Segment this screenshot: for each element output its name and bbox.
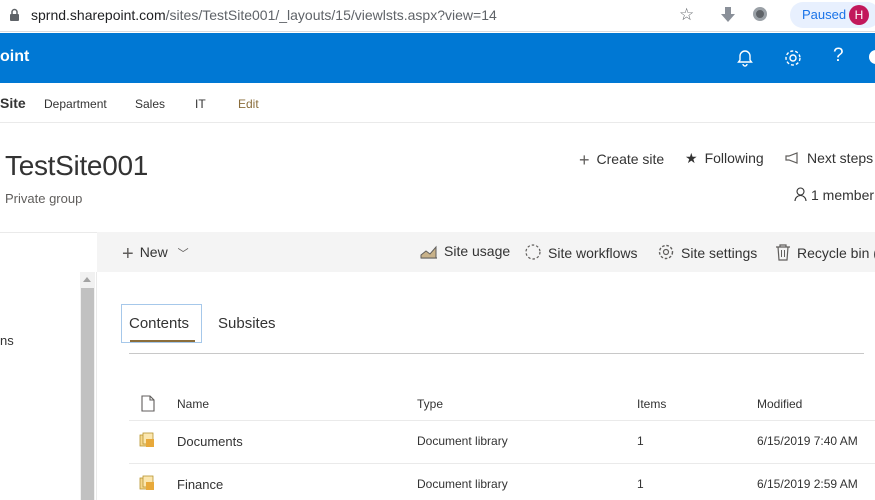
hub-item-sales[interactable]: Sales: [135, 97, 165, 111]
bookmark-star-icon[interactable]: ☆: [679, 5, 694, 25]
site-title: TestSite001: [5, 150, 149, 181]
new-label: New: [139, 244, 168, 260]
plus-icon: +: [579, 150, 590, 170]
next-steps-button[interactable]: Next steps: [785, 150, 873, 166]
following-button[interactable]: ★ Following: [685, 150, 764, 167]
bell-icon[interactable]: [735, 48, 755, 68]
person-icon: [794, 187, 807, 202]
column-header-type[interactable]: Type: [417, 397, 443, 411]
gear-icon[interactable]: [783, 48, 803, 68]
hub-site-label[interactable]: Site: [0, 95, 26, 111]
row-name-link[interactable]: Finance: [177, 477, 223, 492]
left-nav-header: [0, 232, 97, 272]
following-label: Following: [704, 150, 764, 166]
column-header-name[interactable]: Name: [177, 397, 209, 411]
megaphone-icon: [785, 152, 798, 164]
row-divider: [129, 463, 875, 464]
site-privacy-label: Private group: [5, 191, 83, 206]
tab-subsites-label: Subsites: [218, 315, 276, 332]
tab-contents[interactable]: Contents: [121, 304, 202, 343]
row-items: 1: [637, 434, 644, 448]
extension-icon[interactable]: [753, 7, 767, 21]
create-site-button[interactable]: + Create site: [579, 150, 664, 171]
site-settings-label: Site settings: [681, 245, 758, 261]
browser-address-bar: sprnd.sharepoint.com/sites/TestSite001/_…: [0, 0, 875, 32]
hub-item-department[interactable]: Department: [44, 97, 107, 111]
next-steps-label: Next steps: [807, 150, 874, 166]
scroll-up-arrow-icon[interactable]: [83, 277, 91, 282]
profile-paused-button[interactable]: Paused H: [790, 2, 875, 28]
hub-edit-link[interactable]: Edit: [238, 97, 259, 111]
command-bar: + New ﹀ Site usage Site workflows Site se…: [97, 232, 875, 272]
new-button[interactable]: + New ﹀: [122, 243, 189, 266]
row-type: Document library: [417, 434, 508, 448]
members-label: 1 member: [811, 187, 875, 203]
gear-icon: [658, 244, 674, 260]
site-usage-button[interactable]: Site usage: [420, 243, 510, 259]
avatar: H: [849, 5, 869, 25]
row-modified: 6/15/2019 2:59 AM: [757, 477, 858, 491]
tab-contents-label: Contents: [129, 315, 190, 332]
plus-icon: +: [122, 243, 134, 265]
members-button[interactable]: 1 member: [794, 187, 874, 203]
scrollbar-thumb[interactable]: [81, 288, 94, 500]
star-filled-icon: ★: [685, 150, 698, 166]
hub-navigation: Site Department Sales IT Edit: [0, 83, 875, 123]
paused-label: Paused: [802, 7, 847, 22]
site-usage-label: Site usage: [444, 243, 511, 259]
site-workflows-label: Site workflows: [548, 245, 638, 261]
app-title[interactable]: oint: [0, 48, 29, 66]
header-divider: [129, 420, 875, 421]
url-path: /sites/TestSite001/_layouts/15/viewlsts.…: [165, 7, 497, 23]
create-site-label: Create site: [596, 151, 665, 167]
left-nav-item[interactable]: ns: [0, 333, 14, 348]
url-host: sprnd.sharepoint.com: [31, 7, 166, 23]
row-modified: 6/15/2019 7:40 AM: [757, 434, 858, 448]
download-extension-icon[interactable]: [720, 6, 736, 24]
active-tab-indicator: [130, 340, 195, 342]
site-workflows-button[interactable]: Site workflows: [524, 243, 637, 261]
document-library-icon: [139, 432, 154, 447]
scrollbar[interactable]: [80, 272, 95, 500]
row-items: 1: [637, 477, 644, 491]
suite-bar: oint ?: [0, 33, 875, 83]
row-type: Document library: [417, 477, 508, 491]
row-name-link[interactable]: Documents: [177, 434, 243, 449]
lock-icon: [10, 8, 19, 21]
hub-item-it[interactable]: IT: [195, 97, 206, 111]
recycle-bin-label: Recycle bin (: [797, 245, 875, 261]
recycle-bin-button[interactable]: Recycle bin (: [775, 243, 875, 261]
workflow-icon: [525, 244, 541, 260]
tabs-divider: [129, 353, 864, 354]
file-type-icon: [141, 395, 155, 412]
column-header-items[interactable]: Items: [637, 397, 666, 411]
document-library-icon: [139, 475, 154, 490]
chart-icon: [420, 245, 437, 259]
trash-icon: [776, 244, 790, 261]
column-header-modified[interactable]: Modified: [757, 397, 802, 411]
chevron-down-icon: ﹀: [177, 248, 189, 260]
help-icon[interactable]: ?: [833, 45, 844, 67]
url-field[interactable]: sprnd.sharepoint.com/sites/TestSite001/_…: [31, 7, 497, 23]
account-icon[interactable]: [869, 50, 875, 64]
site-settings-button[interactable]: Site settings: [657, 243, 757, 261]
